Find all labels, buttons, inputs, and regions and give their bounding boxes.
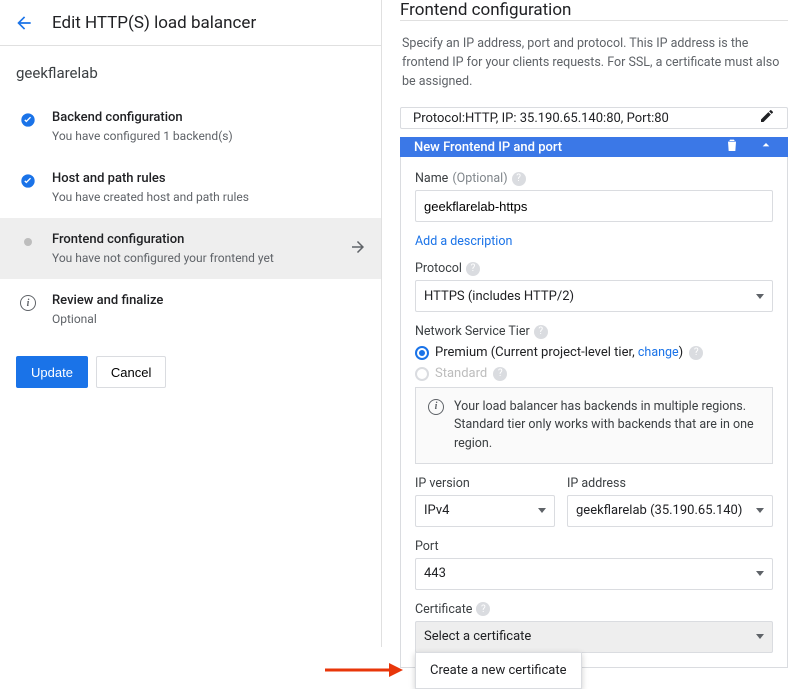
edit-icon[interactable] <box>759 108 775 128</box>
port-label: Port <box>415 539 773 554</box>
help-icon[interactable]: ? <box>512 172 526 186</box>
caret-down-icon <box>756 508 764 513</box>
certificate-dropdown-option[interactable]: Create a new certificate <box>415 652 582 689</box>
annotation-arrow-icon <box>323 655 403 685</box>
step-title: Backend configuration <box>52 110 367 125</box>
radio-icon <box>415 367 429 381</box>
cancel-button[interactable]: Cancel <box>96 356 166 388</box>
certificate-select[interactable]: Select a certificate <box>415 621 773 653</box>
right-title: Frontend configuration <box>400 0 571 20</box>
caret-down-icon <box>756 294 764 299</box>
back-arrow-icon[interactable] <box>14 13 34 33</box>
panel-header[interactable]: New Frontend IP and port <box>400 137 788 157</box>
cert-label: Certificate ? <box>415 602 773 617</box>
change-tier-link[interactable]: change <box>638 345 679 360</box>
bullet-icon <box>18 234 38 246</box>
help-icon[interactable]: ? <box>476 602 490 616</box>
help-icon[interactable]: ? <box>689 346 703 360</box>
help-icon[interactable]: ? <box>534 325 548 339</box>
ipaddress-select[interactable]: geekflarelab (35.190.65.140) <box>567 495 773 527</box>
caret-down-icon <box>538 508 546 513</box>
collapse-icon[interactable] <box>758 137 774 157</box>
check-icon <box>18 173 38 189</box>
step-backend[interactable]: Backend configuration You have configure… <box>0 96 381 157</box>
protocol-select[interactable]: HTTPS (includes HTTP/2) <box>415 280 773 312</box>
tier-premium-radio[interactable]: Premium (Current project-level tier, cha… <box>415 345 773 360</box>
step-frontend[interactable]: Frontend configuration You have not conf… <box>0 218 381 279</box>
step-sub: Optional <box>52 312 367 326</box>
port-select[interactable]: 443 <box>415 558 773 590</box>
panel-title: New Frontend IP and port <box>414 140 562 155</box>
protocol-label: Protocol ? <box>415 261 773 276</box>
ipaddr-label: IP address <box>567 476 773 491</box>
add-description-link[interactable]: Add a description <box>415 234 773 249</box>
caret-down-icon <box>756 571 764 576</box>
caret-down-icon <box>756 634 764 639</box>
tier-label: Network Service Tier ? <box>415 324 773 339</box>
step-host[interactable]: Host and path rules You have created hos… <box>0 157 381 218</box>
ipver-label: IP version <box>415 476 555 491</box>
name-input[interactable] <box>415 190 773 222</box>
name-label: Name (Optional) ? <box>415 171 773 186</box>
step-review[interactable]: i Review and finalize Optional <box>0 279 381 340</box>
frontend-summary[interactable]: Protocol:HTTP, IP: 35.190.65.140:80, Por… <box>400 107 788 129</box>
right-desc: Specify an IP address, port and protocol… <box>400 21 788 107</box>
tier-standard-radio: Standard ? <box>415 366 773 381</box>
summary-text: Protocol:HTTP, IP: 35.190.65.140:80, Por… <box>413 111 669 126</box>
delete-icon[interactable] <box>724 137 740 157</box>
arrow-right-icon <box>349 238 367 260</box>
update-button[interactable]: Update <box>16 356 88 388</box>
radio-icon <box>415 346 429 360</box>
step-title: Frontend configuration <box>52 232 349 247</box>
ipversion-select[interactable]: IPv4 <box>415 495 555 527</box>
tier-notice: i Your load balancer has backends in mul… <box>415 387 773 463</box>
step-sub: You have created host and path rules <box>52 190 367 204</box>
lb-name: geekflarelab <box>0 46 381 96</box>
page-title: Edit HTTP(S) load balancer <box>52 13 256 33</box>
help-icon[interactable]: ? <box>493 367 507 381</box>
step-sub: You have not configured your frontend ye… <box>52 251 349 265</box>
info-icon: i <box>428 399 444 415</box>
check-icon <box>18 112 38 128</box>
help-icon[interactable]: ? <box>466 262 480 276</box>
step-sub: You have configured 1 backend(s) <box>52 129 367 143</box>
step-title: Review and finalize <box>52 293 367 308</box>
step-title: Host and path rules <box>52 171 367 186</box>
info-icon: i <box>18 295 38 311</box>
